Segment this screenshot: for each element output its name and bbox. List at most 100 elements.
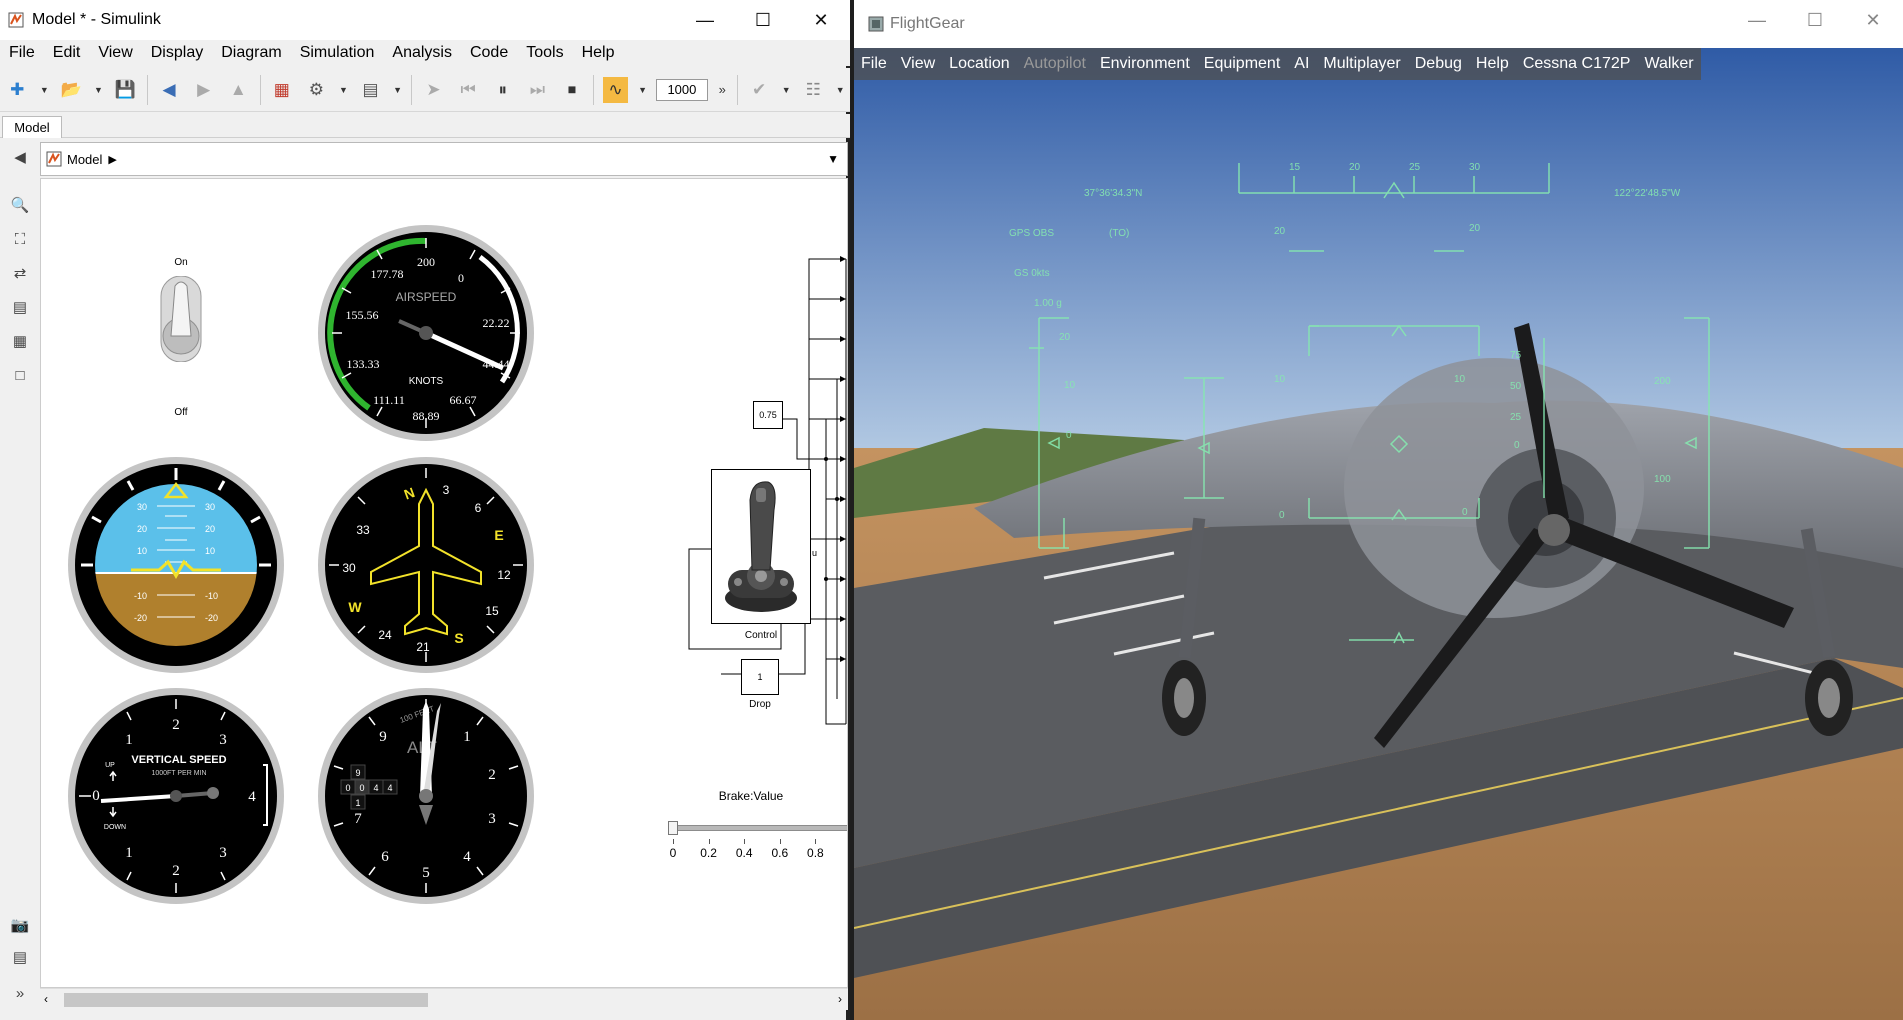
area-icon[interactable]: □ xyxy=(9,364,31,386)
cockpit-scene: 37°36'34.3"N 122°22'48.5"W GPS OBS (TO) … xyxy=(854,48,1903,1020)
pitch-label: 30 xyxy=(137,502,147,512)
settings-gear-icon[interactable]: ⚙ xyxy=(304,77,329,103)
save-icon[interactable]: 💾 xyxy=(113,77,138,103)
fg-menu-multiplayer[interactable]: Multiplayer xyxy=(1316,55,1407,73)
vsi-tick: 3 xyxy=(219,845,227,861)
fg-menu-location[interactable]: Location xyxy=(942,55,1017,73)
menu-tools[interactable]: Tools xyxy=(517,44,572,62)
maximize-button[interactable]: ☐ xyxy=(1786,0,1844,40)
scroll-right-icon[interactable]: › xyxy=(838,992,842,1006)
more-chevron-icon[interactable]: » xyxy=(717,77,728,103)
fg-menu-help[interactable]: Help xyxy=(1469,55,1516,73)
horizontal-scrollbar[interactable]: ‹ › xyxy=(40,988,848,1010)
expand-chevron-icon[interactable]: » xyxy=(9,982,31,1004)
pitch-label: -20 xyxy=(134,613,147,623)
breadcrumb-model[interactable]: Model xyxy=(67,152,102,167)
heading-label: 33 xyxy=(356,523,370,537)
drop-label: Drop xyxy=(749,699,771,710)
fg-menu-cessna[interactable]: Cessna C172P xyxy=(1516,55,1638,73)
minimize-button[interactable]: — xyxy=(676,0,734,40)
brake-slider-thumb[interactable] xyxy=(668,821,678,835)
image-icon[interactable]: ▦ xyxy=(9,330,31,352)
chevron-down-icon[interactable]: ▼ xyxy=(638,77,647,103)
fg-menu-walker[interactable]: Walker xyxy=(1637,55,1700,73)
step-settings-icon[interactable]: ➤ xyxy=(421,77,446,103)
breadcrumb-dropdown-icon[interactable]: ▼ xyxy=(827,152,839,166)
control-label: Control xyxy=(744,630,778,641)
hud-alt-tick: 100 xyxy=(1654,474,1671,485)
grid-options-icon[interactable]: ☷ xyxy=(801,77,826,103)
close-button[interactable]: ✕ xyxy=(792,0,850,40)
drop-constant-block[interactable]: 1 xyxy=(741,659,779,695)
simulink-titlebar: Model * - Simulink — ☐ ✕ xyxy=(0,0,850,40)
chevron-down-icon[interactable]: ▼ xyxy=(40,77,49,103)
hud-alt-tick: 200 xyxy=(1654,376,1671,387)
joystick-icon xyxy=(725,481,797,612)
fg-menu-equipment[interactable]: Equipment xyxy=(1197,55,1288,73)
maximize-button[interactable]: ☐ xyxy=(734,0,792,40)
flightgear-titlebar: FlightGear — ☐ ✕ xyxy=(854,0,1903,48)
menu-simulation[interactable]: Simulation xyxy=(291,44,384,62)
scope-icon[interactable]: ∿ xyxy=(603,76,628,103)
chevron-down-icon[interactable]: ▼ xyxy=(393,77,402,103)
hide-show-icon[interactable]: ◀ xyxy=(9,146,31,168)
menu-analysis[interactable]: Analysis xyxy=(383,44,461,62)
chevron-down-icon[interactable]: ▼ xyxy=(781,77,791,103)
scroll-left-icon[interactable]: ‹ xyxy=(44,992,48,1006)
arrows-icon[interactable]: ⇄ xyxy=(9,262,31,284)
step-forward-icon[interactable]: ⏭ xyxy=(525,77,550,103)
brake-slider-ticks: 0 0.2 0.4 0.6 0.8 1 xyxy=(670,839,847,867)
open-folder-icon[interactable]: 📂 xyxy=(59,77,84,103)
simulink-app-icon xyxy=(8,12,24,28)
fg-menu-environment[interactable]: Environment xyxy=(1093,55,1197,73)
model-explorer-icon[interactable]: ▤ xyxy=(358,77,383,103)
constant-block[interactable]: 0.75 xyxy=(753,401,783,429)
menu-code[interactable]: Code xyxy=(461,44,517,62)
vsi-title: VERTICAL SPEED xyxy=(131,754,226,766)
annotation-icon[interactable]: ▤ xyxy=(9,296,31,318)
toggle-switch[interactable] xyxy=(157,276,205,362)
pause-icon[interactable]: ⏸ xyxy=(490,77,515,103)
chevron-down-icon[interactable]: ▼ xyxy=(339,77,348,103)
scrollbar-thumb[interactable] xyxy=(64,993,428,1007)
svg-text:0: 0 xyxy=(345,783,350,793)
menu-file[interactable]: File xyxy=(0,44,44,62)
menu-display[interactable]: Display xyxy=(142,44,212,62)
report-icon[interactable]: ▤ xyxy=(9,946,31,968)
joystick-control-block[interactable]: u xyxy=(711,469,817,624)
fg-menu-autopilot[interactable]: Autopilot xyxy=(1017,55,1093,73)
forward-arrow-icon[interactable]: ▶ xyxy=(191,77,216,103)
airspeed-tick: 0 xyxy=(458,271,464,285)
stop-time-input[interactable]: 1000 xyxy=(656,78,708,101)
menu-view[interactable]: View xyxy=(89,44,141,62)
tab-model[interactable]: Model xyxy=(2,116,62,138)
camera-icon[interactable]: 📷 xyxy=(9,914,31,936)
back-arrow-icon[interactable]: ◀ xyxy=(157,77,182,103)
hud-pitch-10: 10 xyxy=(1454,374,1466,385)
new-model-icon[interactable]: ✚ xyxy=(5,77,30,103)
fg-menu-ai[interactable]: AI xyxy=(1287,55,1316,73)
zoom-icon[interactable]: 🔍 xyxy=(9,194,31,216)
fg-menu-file[interactable]: File xyxy=(854,55,894,73)
fg-menu-debug[interactable]: Debug xyxy=(1408,55,1469,73)
stop-icon[interactable]: ⏹ xyxy=(560,77,585,103)
3d-viewport[interactable]: 37°36'34.3"N 122°22'48.5"W GPS OBS (TO) … xyxy=(854,48,1903,1020)
menu-diagram[interactable]: Diagram xyxy=(212,44,290,62)
step-back-icon[interactable]: ⏮ xyxy=(456,77,481,103)
brake-slider-track[interactable] xyxy=(673,825,847,831)
menu-edit[interactable]: Edit xyxy=(44,44,90,62)
airspeed-indicator: 200 0 22.22 44.44 66.67 88.89 111.11 133… xyxy=(318,225,534,441)
minimize-button[interactable]: — xyxy=(1728,0,1786,40)
check-icon[interactable]: ✔ xyxy=(747,77,772,103)
hud-g-load: 1.00 g xyxy=(1034,298,1062,309)
alt-tick: 7 xyxy=(354,811,362,827)
fit-view-icon[interactable]: ⛶ xyxy=(9,228,31,250)
chevron-down-icon[interactable]: ▼ xyxy=(94,77,103,103)
up-arrow-icon[interactable]: ▲ xyxy=(226,77,251,103)
chevron-down-icon[interactable]: ▼ xyxy=(836,77,845,103)
menu-help[interactable]: Help xyxy=(573,44,624,62)
fg-menu-view[interactable]: View xyxy=(894,55,942,73)
library-browser-icon[interactable]: ▦ xyxy=(270,77,295,103)
close-button[interactable]: ✕ xyxy=(1844,0,1902,40)
model-canvas[interactable]: On Off 200 0 22.22 44.44 66. xyxy=(40,178,848,988)
